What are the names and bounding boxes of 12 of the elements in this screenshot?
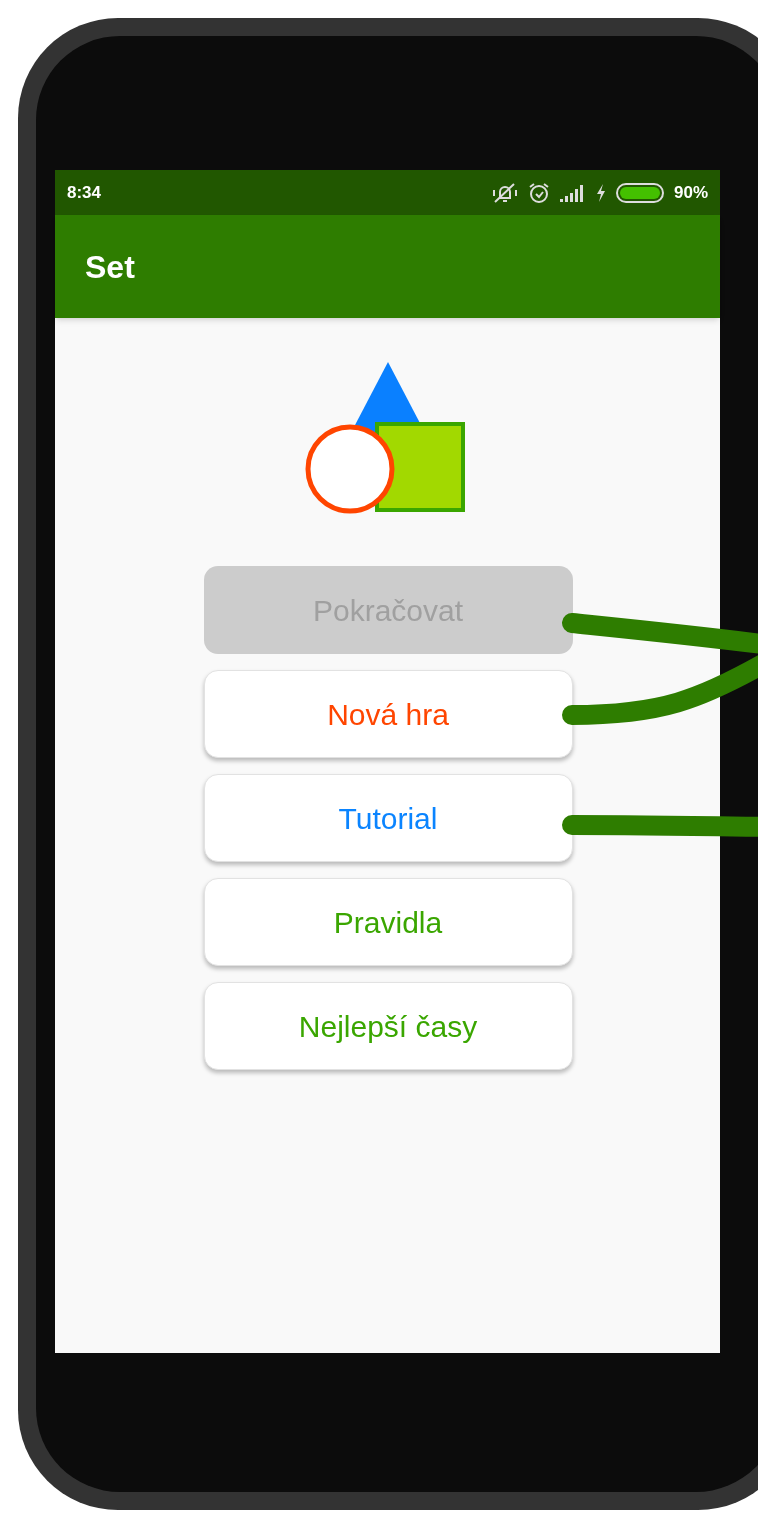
menu-button[interactable]: Nejlepší časy (203, 982, 573, 1070)
menu-button[interactable]: Pravidla (203, 878, 573, 966)
status-time: 8:34 (67, 181, 102, 204)
menu-button[interactable]: Nová hra (203, 670, 573, 758)
menu-button[interactable]: Tutorial (203, 774, 573, 862)
charging-icon (595, 183, 606, 202)
alarm-icon (527, 181, 550, 204)
battery-percent: 90% (673, 181, 708, 204)
mute-bell-icon (491, 181, 518, 204)
battery-icon (615, 182, 664, 203)
signal-icon (559, 183, 586, 202)
app-title: Set (85, 247, 135, 287)
